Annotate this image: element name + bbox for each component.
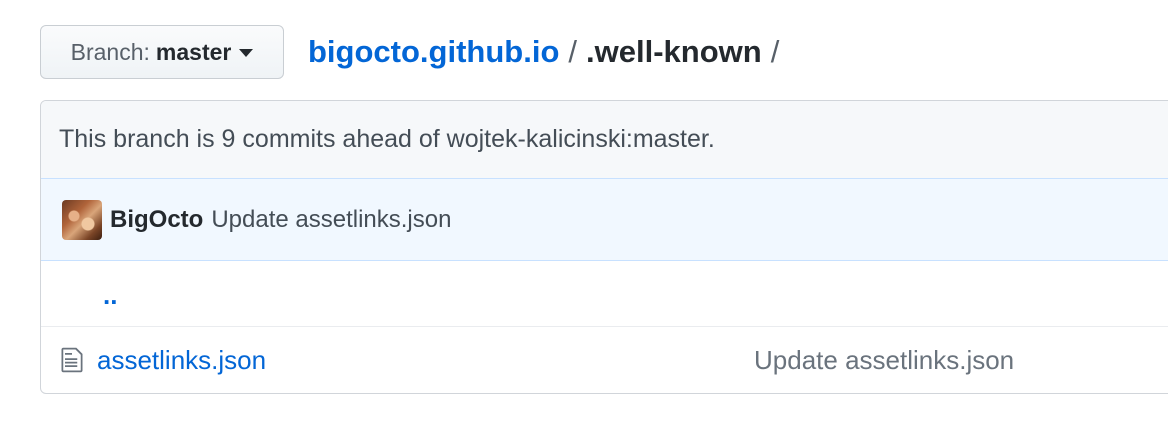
file-commit-message-link[interactable]: Update assetlinks.json [754,345,1014,376]
file-name-link[interactable]: assetlinks.json [97,345,754,376]
commit-author-link[interactable]: BigOcto [110,206,203,234]
breadcrumb-separator: / [568,34,578,69]
branch-select-button[interactable]: Branch: master [40,25,284,79]
branch-prefix: Branch: [70,38,150,65]
file-list-panel: This branch is 9 commits ahead of wojtek… [40,100,1168,394]
file-navigation: Branch: master bigocto.github.io / .well… [40,24,788,80]
file-icon [61,347,83,373]
latest-commit-bar: BigOcto Update assetlinks.json [41,179,1168,261]
parent-directory-row: .. [41,261,1168,327]
parent-directory-link[interactable]: .. [103,280,117,311]
current-directory: .well-known [586,34,762,69]
branch-ahead-notice: This branch is 9 commits ahead of wojtek… [41,101,1168,179]
breadcrumb-trailing-separator: / [770,34,780,69]
breadcrumb: bigocto.github.io / .well-known / [308,34,788,70]
avatar[interactable] [62,199,102,240]
branch-name: master [155,38,232,65]
commit-message-link[interactable]: Update assetlinks.json [211,206,451,234]
caret-down-icon [239,49,254,57]
branch-ahead-text: This branch is 9 commits ahead of wojtek… [59,125,715,153]
repo-link[interactable]: bigocto.github.io [308,34,559,70]
file-row: assetlinks.json Update assetlinks.json [41,327,1168,393]
